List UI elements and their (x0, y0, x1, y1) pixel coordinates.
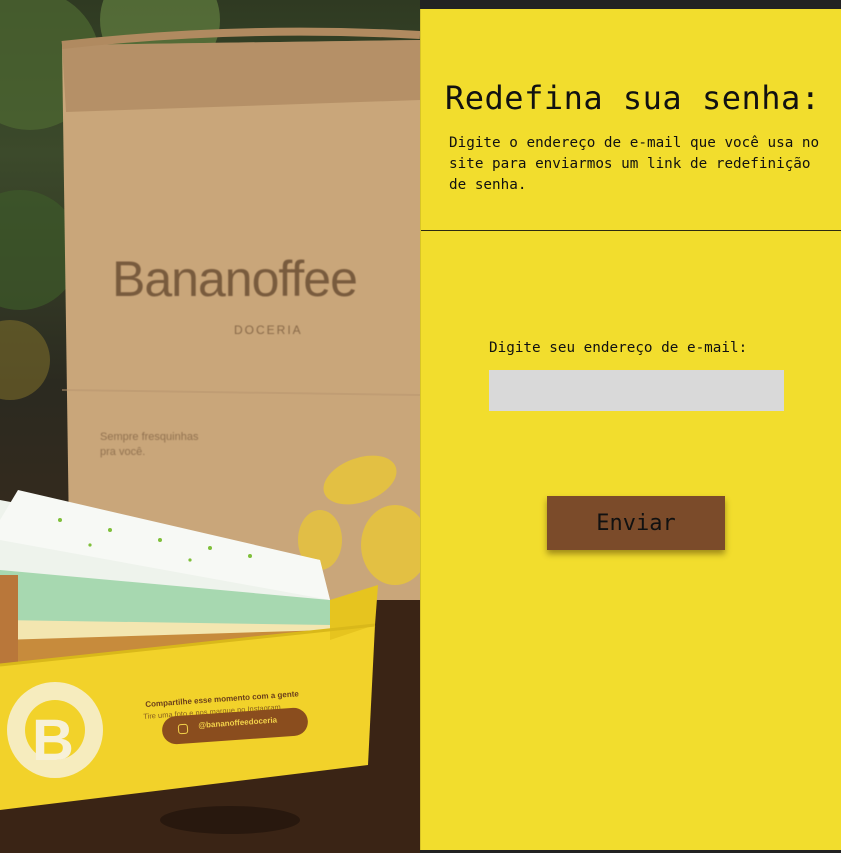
reset-description: Digite o endereço de e-mail que você usa… (449, 135, 820, 193)
bag-tagline: Sempre fresquinhas pra você. (100, 431, 199, 458)
instagram-icon (177, 723, 189, 735)
email-field-label: Digite seu endereço de e-mail: (489, 340, 748, 356)
bag-brand-subtitle: DOCERIA (234, 323, 303, 337)
page-title: Redefina sua senha: (445, 79, 821, 117)
reset-header: Redefina sua senha: Digite o endereço de… (421, 9, 841, 231)
reset-password-panel: Redefina sua senha: Digite o endereço de… (420, 9, 841, 850)
top-bar (420, 0, 841, 9)
bag-brand-logo: Bananoffee (112, 251, 358, 307)
page: B Bananoffee DOCERIA Sempre fresquinhas … (0, 0, 841, 853)
email-field[interactable] (489, 370, 784, 411)
send-button[interactable]: Enviar (547, 496, 725, 550)
svg-text:B: B (32, 708, 74, 773)
bakery-product-photo: B Bananoffee DOCERIA Sempre fresquinhas … (0, 0, 420, 853)
